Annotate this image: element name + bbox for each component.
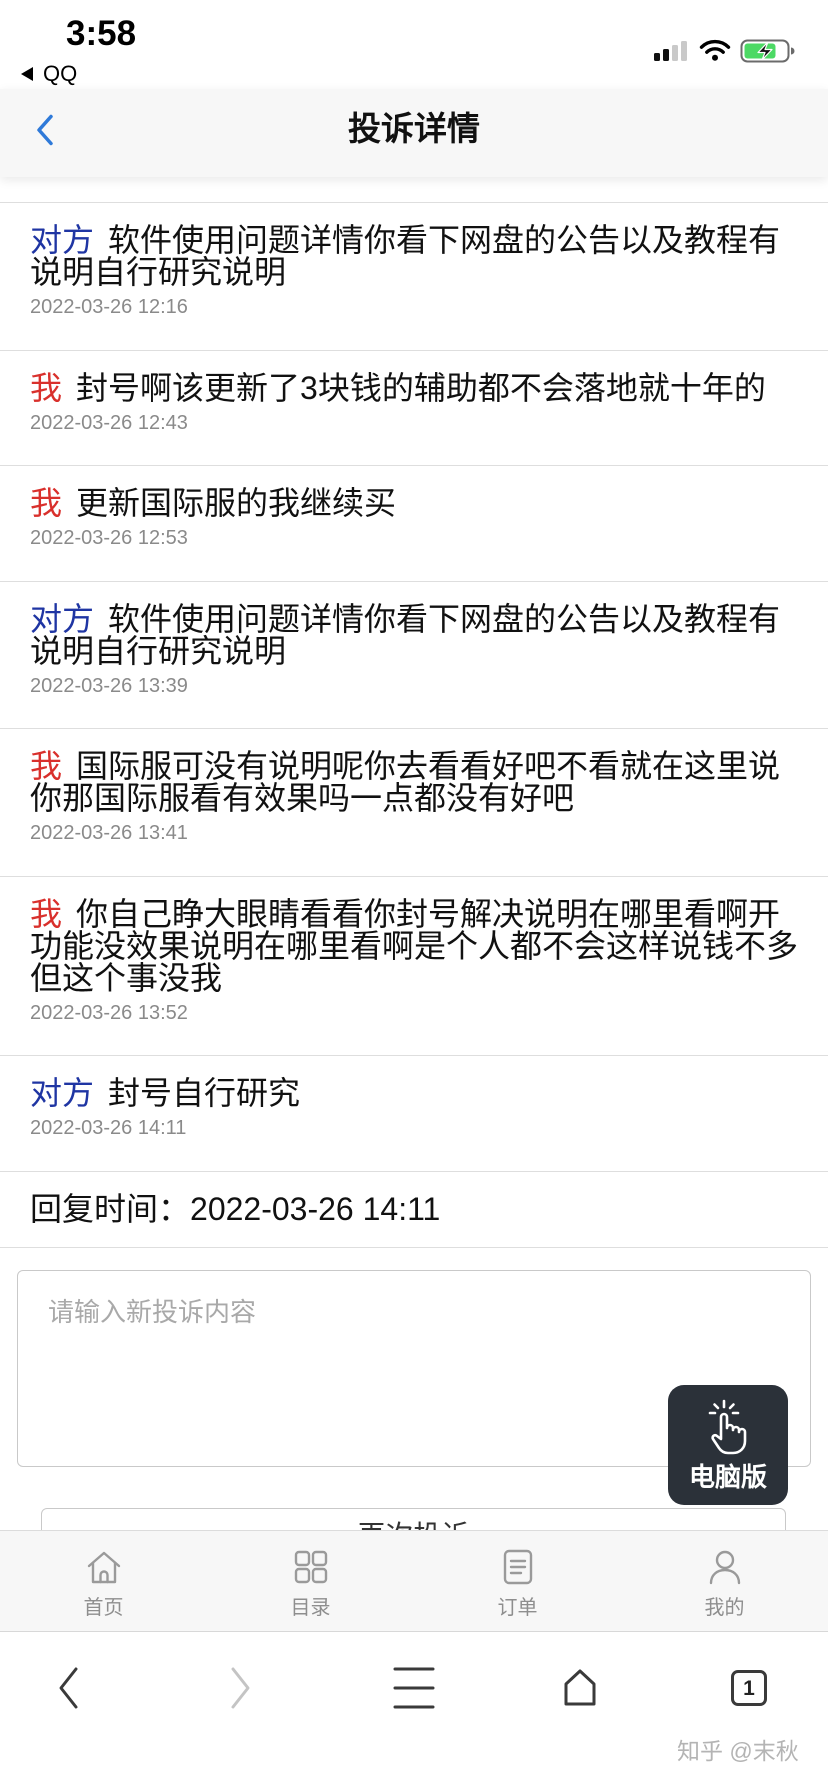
status-bar: 3:58 QQ — [0, 0, 828, 89]
tab-label: 目录 — [290, 1597, 331, 1619]
complaint-thread: 对方 软件使用问题详情你看下网盘的公告以及教程有说明自行研究说明 2022-03-… — [0, 202, 828, 1248]
message-sender: 对方 — [30, 600, 95, 637]
tab-label: 首页 — [83, 1597, 124, 1619]
message-item: 我国际服可没有说明呢你去看看好吧不看就在这里说你那国际服看有效果吗一点都没有好吧… — [0, 729, 828, 877]
cellular-signal-icon — [654, 41, 687, 61]
message-sender: 我 — [30, 895, 63, 932]
browser-menu-button[interactable] — [384, 1658, 444, 1718]
menu-icon — [393, 1667, 434, 1709]
browser-tabs-button[interactable]: 1 — [719, 1658, 779, 1718]
message-body: 我你自己睁大眼睛看看你封号解决说明在哪里看啊开功能没效果说明在哪里看啊是个人都不… — [30, 898, 800, 994]
tab-profile[interactable]: 我的 — [621, 1531, 828, 1631]
message-sender: 我 — [30, 369, 63, 406]
desktop-version-button[interactable]: 电脑版 — [668, 1385, 788, 1505]
message-sender: 对方 — [30, 222, 95, 258]
message-text: 更新国际服的我继续买 — [76, 485, 397, 521]
tab-label: 我的 — [704, 1597, 745, 1619]
reply-time-value: 2022-03-26 14:11 — [190, 1191, 441, 1227]
chevron-left-icon — [37, 114, 53, 146]
message-text: 封号自行研究 — [108, 1075, 301, 1111]
user-icon — [709, 1550, 740, 1585]
message-item: 对方 软件使用问题详情你看下网盘的公告以及教程有说明自行研究说明 2022-03-… — [0, 203, 828, 351]
tab-bar: 首页 目录 订单 我的 — [0, 1530, 828, 1631]
tab-label: 订单 — [497, 1597, 538, 1619]
message-text: 国际服可没有说明呢你去看看好吧不看就在这里说你那国际服看有效果吗一点都没有好吧 — [30, 748, 781, 816]
back-chevron-icon — [59, 1667, 77, 1709]
home-icon — [87, 1551, 120, 1584]
reply-time-row: 回复时间： 2022-03-26 14:11 — [0, 1172, 828, 1248]
back-triangle-icon — [21, 67, 33, 81]
message-sender: 我 — [30, 748, 63, 784]
message-time: 2022-03-26 13:52 — [30, 1001, 188, 1024]
message-body: 我封号啊该更新了3块钱的辅助都不会落地就十年的 — [30, 372, 800, 404]
message-item: 我你自己睁大眼睛看看你封号解决说明在哪里看啊开功能没效果说明在哪里看啊是个人都不… — [0, 877, 828, 1056]
browser-back-button[interactable] — [39, 1658, 99, 1718]
message-body: 对方 软件使用问题详情你看下网盘的公告以及教程有说明自行研究说明 — [30, 603, 800, 667]
message-time: 2022-03-26 13:41 — [30, 822, 188, 844]
battery-charging-icon — [740, 39, 795, 63]
tabs-icon: 1 — [731, 1670, 767, 1706]
back-to-app-link[interactable]: QQ — [20, 62, 77, 86]
message-item: 对方 软件使用问题详情你看下网盘的公告以及教程有说明自行研究说明 2022-03-… — [0, 582, 828, 729]
message-item: 对方 封号自行研究 2022-03-26 14:11 — [0, 1056, 828, 1172]
tab-catalog[interactable]: 目录 — [207, 1531, 414, 1631]
message-body: 我更新国际服的我继续买 — [30, 487, 800, 519]
watermark: 知乎 @末秋 — [677, 1738, 799, 1764]
message-body: 我国际服可没有说明呢你去看看好吧不看就在这里说你那国际服看有效果吗一点都没有好吧 — [30, 750, 800, 814]
message-time: 2022-03-26 12:53 — [30, 527, 188, 549]
reply-time-label: 回复时间： — [30, 1191, 191, 1227]
tab-orders[interactable]: 订单 — [414, 1531, 621, 1631]
tab-count: 1 — [743, 1676, 755, 1700]
message-body: 对方 软件使用问题详情你看下网盘的公告以及教程有说明自行研究说明 — [30, 224, 800, 288]
back-button[interactable] — [30, 106, 60, 154]
message-text: 软件使用问题详情你看下网盘的公告以及教程有说明自行研究说明 — [30, 600, 781, 669]
hand-click-icon — [708, 1399, 747, 1455]
order-list-icon — [503, 1549, 532, 1585]
message-text: 软件使用问题详情你看下网盘的公告以及教程有说明自行研究说明 — [30, 222, 781, 290]
message-body: 对方 封号自行研究 — [30, 1077, 800, 1109]
message-item: 我更新国际服的我继续买 2022-03-26 12:53 — [0, 466, 828, 582]
nav-bar: 投诉详情 — [0, 89, 828, 177]
page-title: 投诉详情 — [348, 110, 480, 147]
tab-home[interactable]: 首页 — [0, 1531, 207, 1631]
message-sender: 我 — [30, 485, 63, 521]
message-time: 2022-03-26 12:43 — [30, 411, 188, 434]
message-time: 2022-03-26 14:11 — [30, 1117, 187, 1139]
forward-chevron-icon — [231, 1667, 250, 1709]
browser-toolbar: 1 — [0, 1631, 828, 1792]
message-time: 2022-03-26 12:16 — [30, 296, 188, 318]
message-text: 你自己睁大眼睛看看你封号解决说明在哪里看啊开功能没效果说明在哪里看啊是个人都不会… — [30, 895, 799, 996]
wifi-icon — [699, 39, 731, 61]
browser-home-button[interactable] — [550, 1658, 610, 1718]
browser-forward-button[interactable] — [210, 1658, 270, 1718]
status-time: 3:58 — [66, 14, 137, 53]
message-sender: 对方 — [30, 1075, 95, 1111]
home-icon — [564, 1669, 596, 1706]
message-text: 封号啊该更新了3块钱的辅助都不会落地就十年的 — [76, 369, 766, 406]
message-item: 我封号啊该更新了3块钱的辅助都不会落地就十年的 2022-03-26 12:43 — [0, 351, 828, 466]
grid-icon — [294, 1550, 327, 1584]
message-time: 2022-03-26 13:39 — [30, 674, 188, 697]
back-to-app-label: QQ — [43, 61, 78, 86]
desktop-version-label: 电脑版 — [688, 1462, 767, 1492]
